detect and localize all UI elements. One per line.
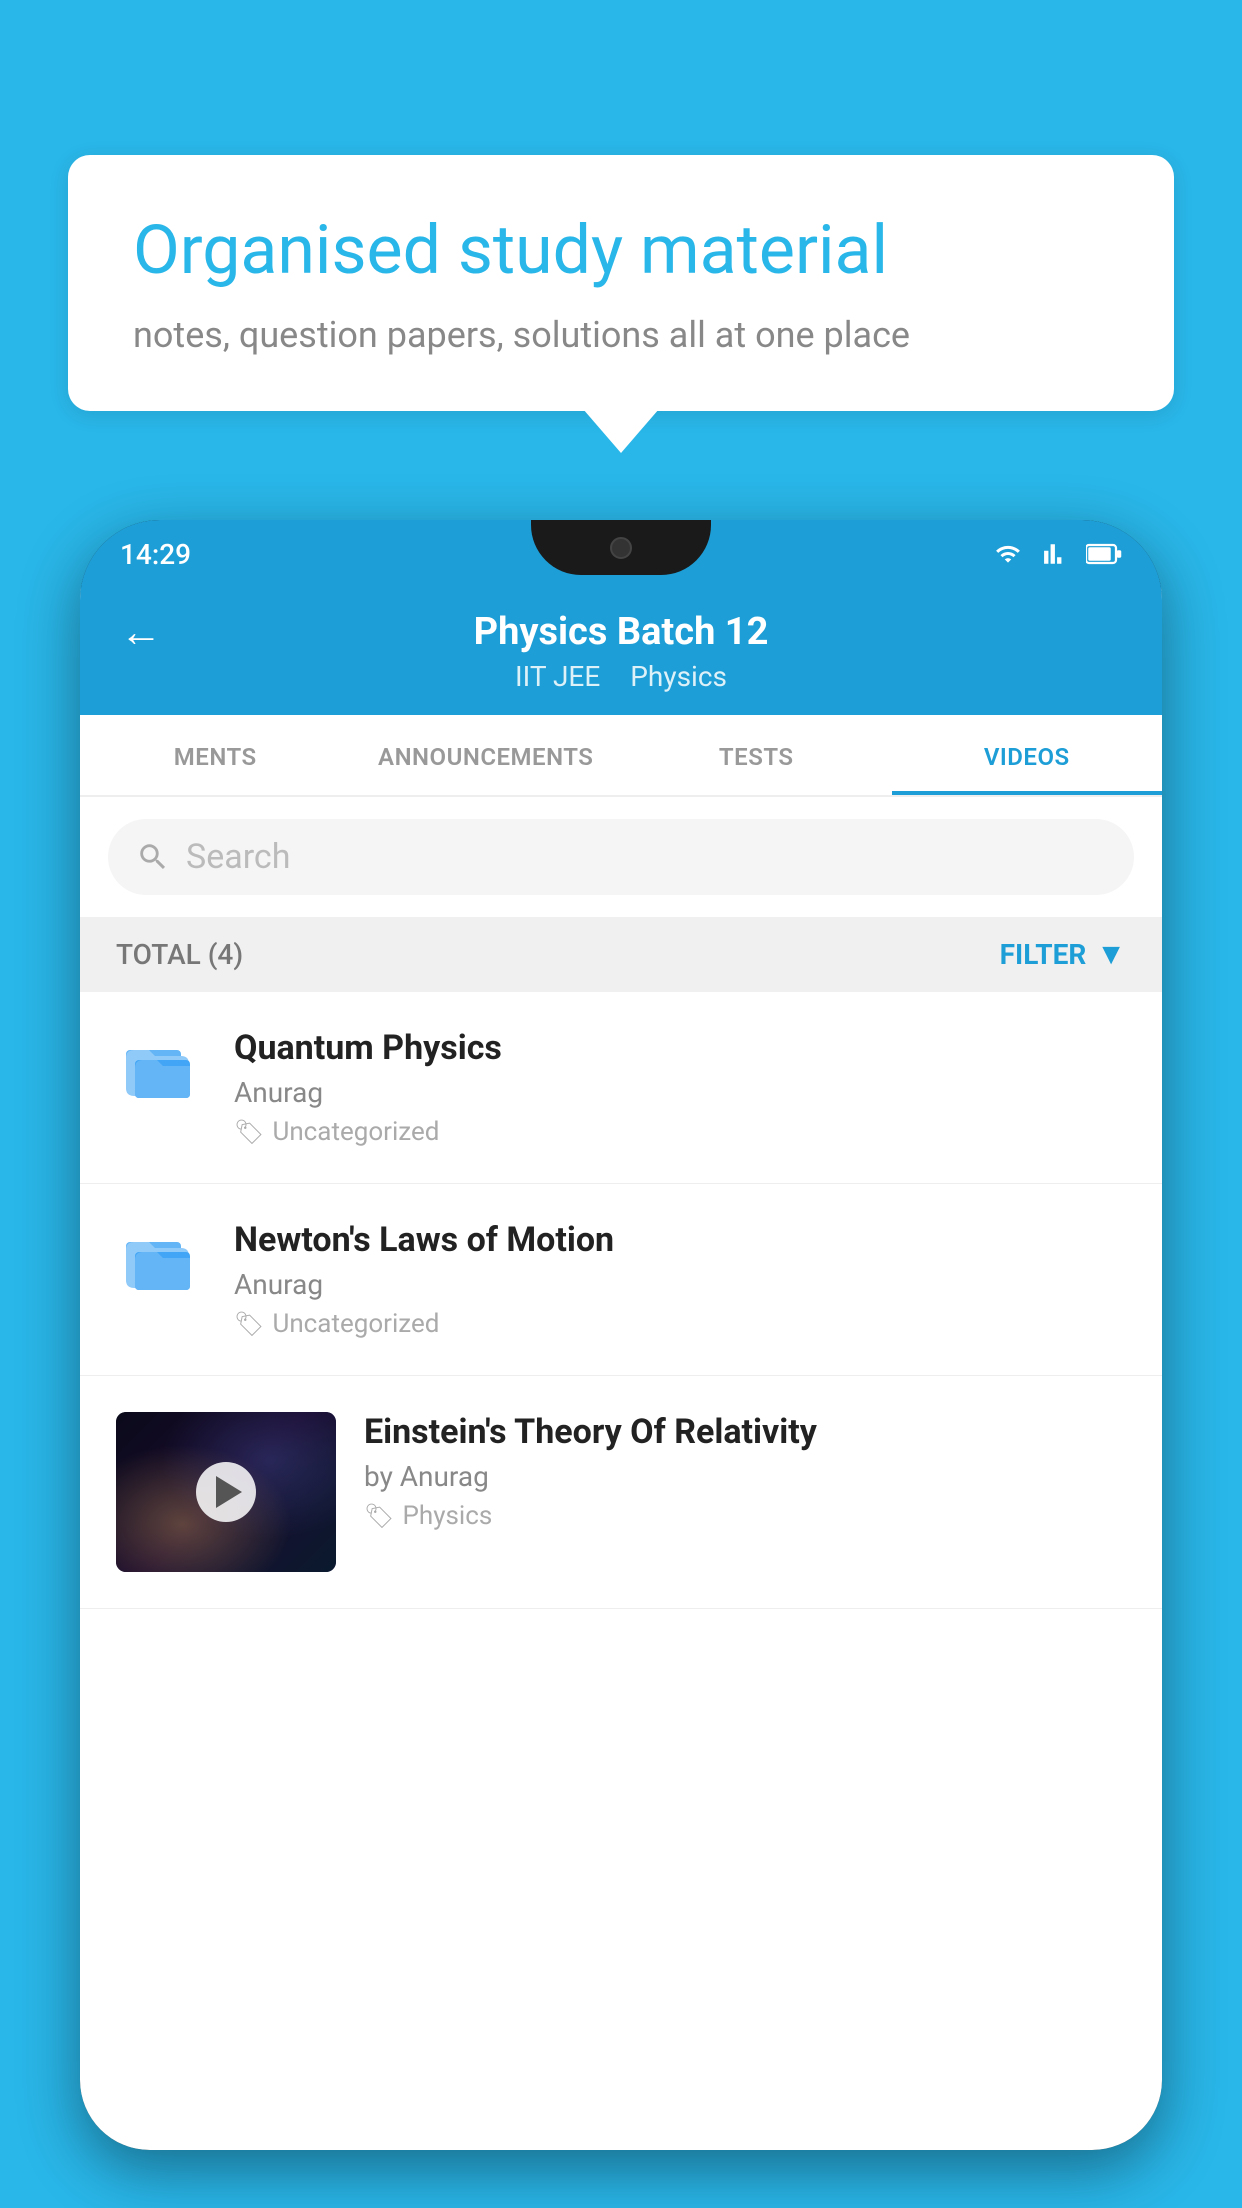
tab-ments[interactable]: MENTS	[80, 715, 351, 795]
video-thumbnail	[116, 1412, 336, 1572]
video-tag-row: 🏷 Physics	[364, 1501, 1126, 1531]
video-list: Quantum Physics Anurag 🏷 Uncategorized	[80, 992, 1162, 1609]
search-bar[interactable]: Search	[108, 819, 1134, 895]
tab-tests[interactable]: TESTS	[621, 715, 892, 795]
video-info: Quantum Physics Anurag 🏷 Uncategorized	[234, 1028, 1126, 1147]
list-item[interactable]: Quantum Physics Anurag 🏷 Uncategorized	[80, 992, 1162, 1184]
header-row: ← Physics Batch 12	[120, 610, 1122, 654]
video-author: Anurag	[234, 1268, 1126, 1301]
phone-mockup: 14:29	[80, 520, 1162, 2150]
tag-icon: 🏷	[364, 1502, 394, 1530]
search-input[interactable]: Search	[186, 837, 1106, 877]
video-title: Einstein's Theory Of Relativity	[364, 1412, 1126, 1452]
signal-icon	[1038, 541, 1074, 567]
video-tag-row: 🏷 Uncategorized	[234, 1117, 1126, 1147]
play-icon	[216, 1476, 242, 1508]
app-content: ← Physics Batch 12 IIT JEE Physics MENTS…	[80, 588, 1162, 2150]
speech-bubble-section: Organised study material notes, question…	[68, 155, 1174, 411]
total-count: TOTAL (4)	[116, 938, 243, 971]
video-thumb-icon	[116, 1028, 206, 1108]
list-item[interactable]: Einstein's Theory Of Relativity by Anura…	[80, 1376, 1162, 1609]
tag-physics: Physics	[630, 660, 727, 693]
tag-iit-jee: IIT JEE	[515, 660, 600, 693]
status-time: 14:29	[120, 538, 191, 571]
video-title: Quantum Physics	[234, 1028, 1126, 1068]
wifi-icon	[990, 541, 1026, 567]
battery-icon	[1086, 541, 1122, 567]
folder-icon	[121, 1220, 201, 1300]
video-category: Uncategorized	[272, 1117, 439, 1147]
video-category: Physics	[402, 1501, 492, 1531]
filter-icon: ▼	[1096, 937, 1126, 972]
speech-bubble: Organised study material notes, question…	[68, 155, 1174, 411]
filter-row: TOTAL (4) FILTER ▼	[80, 917, 1162, 992]
tag-icon: 🏷	[234, 1310, 264, 1338]
app-header: ← Physics Batch 12 IIT JEE Physics	[80, 588, 1162, 715]
page-title: Physics Batch 12	[474, 610, 769, 654]
video-thumb-icon	[116, 1220, 206, 1300]
bubble-title: Organised study material	[133, 210, 1109, 292]
list-item[interactable]: Newton's Laws of Motion Anurag 🏷 Uncateg…	[80, 1184, 1162, 1376]
search-icon	[136, 840, 170, 874]
status-icons	[990, 541, 1122, 567]
play-button[interactable]	[196, 1462, 256, 1522]
back-button[interactable]: ←	[120, 608, 162, 657]
video-info: Newton's Laws of Motion Anurag 🏷 Uncateg…	[234, 1220, 1126, 1339]
video-author: by Anurag	[364, 1460, 1126, 1493]
phone-notch	[531, 520, 711, 575]
filter-button[interactable]: FILTER ▼	[1000, 937, 1126, 972]
tab-announcements[interactable]: ANNOUNCEMENTS	[351, 715, 622, 795]
tab-videos[interactable]: VIDEOS	[892, 715, 1163, 795]
video-tag-row: 🏷 Uncategorized	[234, 1309, 1126, 1339]
tabs-bar: MENTS ANNOUNCEMENTS TESTS VIDEOS	[80, 715, 1162, 797]
video-author: Anurag	[234, 1076, 1126, 1109]
phone-wrapper: 14:29	[80, 520, 1162, 2208]
filter-label: FILTER	[1000, 938, 1087, 971]
header-subtags: IIT JEE Physics	[515, 660, 727, 693]
bubble-subtitle: notes, question papers, solutions all at…	[133, 314, 1109, 356]
front-camera	[610, 537, 632, 559]
search-bar-container: Search	[80, 797, 1162, 917]
tag-icon: 🏷	[234, 1118, 264, 1146]
folder-icon	[121, 1028, 201, 1108]
video-info: Einstein's Theory Of Relativity by Anura…	[364, 1412, 1126, 1531]
video-category: Uncategorized	[272, 1309, 439, 1339]
video-title: Newton's Laws of Motion	[234, 1220, 1126, 1260]
